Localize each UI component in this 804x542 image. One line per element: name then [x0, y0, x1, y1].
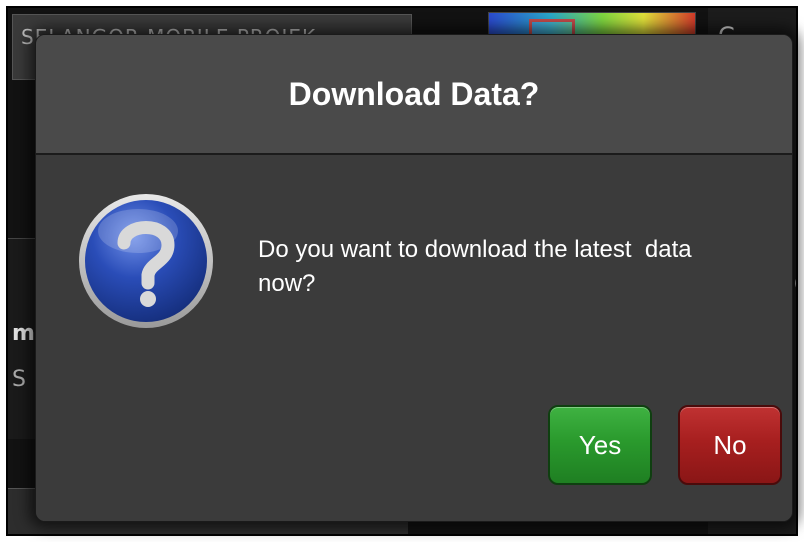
- question-icon: [76, 191, 216, 331]
- background-left-text: S: [12, 367, 26, 392]
- dialog-title: Download Data?: [288, 75, 540, 112]
- background-right-text: G: [794, 270, 796, 298]
- no-button[interactable]: No: [678, 405, 782, 485]
- background-left-text: m: [12, 321, 35, 346]
- download-data-dialog: Download Data? Do you want to download t…: [35, 34, 793, 522]
- yes-button-label: Yes: [578, 429, 622, 460]
- yes-button[interactable]: Yes: [548, 405, 652, 485]
- dialog-header: Download Data?: [36, 35, 792, 155]
- dialog-body: Do you want to download the latest data …: [36, 155, 792, 521]
- dialog-message: Do you want to download the latest data …: [258, 236, 692, 297]
- no-button-label: No: [713, 429, 747, 460]
